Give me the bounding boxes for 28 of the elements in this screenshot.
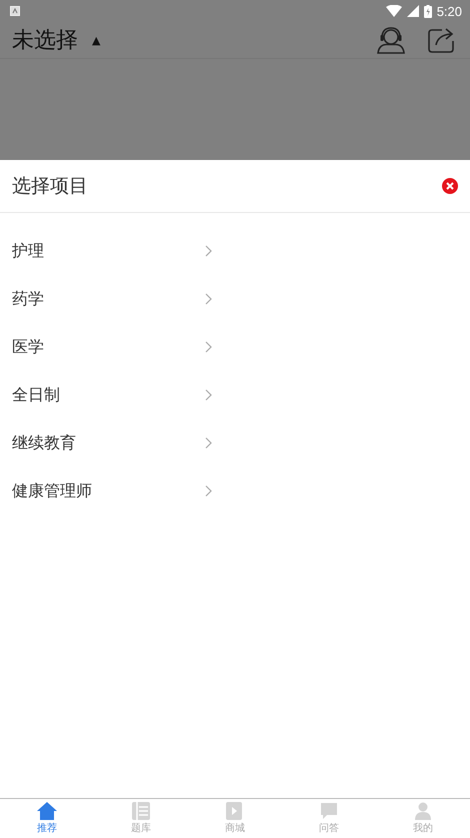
- status-time: 5:20: [436, 4, 462, 18]
- chevron-icon: [205, 389, 212, 401]
- tab[interactable]: 推荐: [0, 799, 94, 838]
- signal-icon: [406, 5, 419, 17]
- house-icon: [37, 802, 57, 820]
- close-icon[interactable]: [442, 178, 458, 194]
- project-selector[interactable]: 未选择 ▲: [12, 25, 100, 55]
- project-item[interactable]: 全日制: [0, 371, 212, 419]
- wifi-icon: [386, 5, 402, 17]
- notification-icon: [10, 6, 20, 16]
- chevron-icon: [205, 485, 212, 497]
- chevron-icon: [205, 293, 212, 305]
- project-item[interactable]: 医学: [0, 323, 212, 371]
- battery-icon: [424, 4, 432, 18]
- play-icon: [226, 802, 244, 820]
- project-item[interactable]: 健康管理师: [0, 467, 212, 515]
- project-item[interactable]: 护理: [0, 227, 212, 275]
- share-icon[interactable]: [428, 27, 456, 53]
- headset-icon[interactable]: [376, 26, 406, 54]
- chevron-icon: [205, 245, 212, 257]
- chevron-icon: [205, 437, 212, 449]
- person-icon: [414, 802, 432, 820]
- sheet-title: 选择项目: [12, 174, 88, 199]
- project-item[interactable]: 继续教育: [0, 419, 212, 467]
- list-icon: [132, 802, 150, 820]
- project-item[interactable]: 药学: [0, 275, 212, 323]
- chat-icon: [320, 802, 338, 820]
- chevron-icon: [205, 341, 212, 353]
